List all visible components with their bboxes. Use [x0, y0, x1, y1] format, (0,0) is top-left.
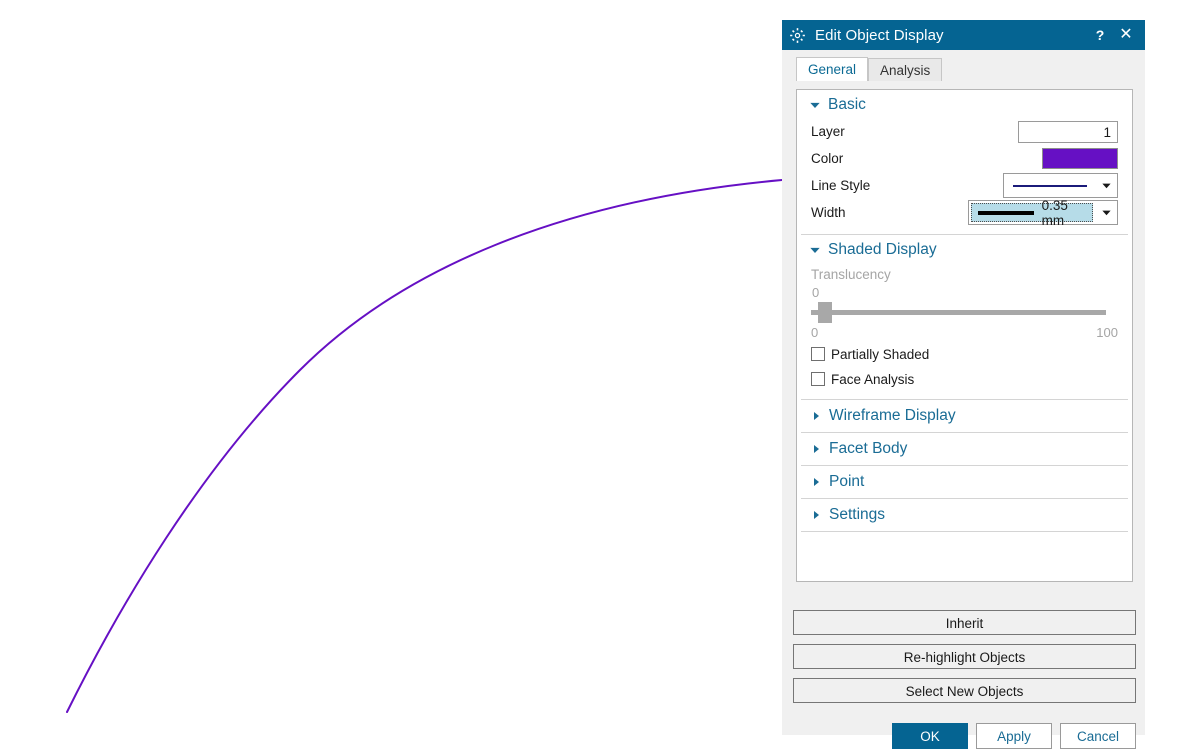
label-color: Color [811, 151, 844, 166]
row-width: Width 0.35 mm [797, 198, 1132, 228]
width-value-text: 0.35 mm [1041, 197, 1068, 228]
cancel-button[interactable]: Cancel [1060, 723, 1136, 749]
label-layer: Layer [811, 124, 845, 139]
help-button[interactable]: ? [1089, 20, 1111, 50]
dialog-content-panel: Basic Layer 1 Color Line Style Width 0.3… [796, 89, 1133, 582]
group-header-shaded-display[interactable]: Shaded Display [797, 235, 1132, 263]
checkbox-partially-shaded[interactable]: Partially Shaded [797, 343, 1132, 365]
apply-button[interactable]: Apply [976, 723, 1052, 749]
width-swatch [978, 210, 1034, 215]
group-title-settings: Settings [829, 506, 886, 523]
line-style-preview [1004, 174, 1095, 197]
group-header-wireframe-display[interactable]: Wireframe Display [797, 400, 1132, 432]
caret-down-icon [810, 102, 820, 109]
line-style-swatch [1012, 184, 1087, 187]
line-style-dropdown[interactable] [1003, 173, 1118, 198]
caret-down-icon [810, 247, 820, 254]
checkbox-face-analysis[interactable]: Face Analysis [797, 368, 1132, 390]
color-swatch-button[interactable] [1042, 148, 1118, 169]
checkbox-label: Face Analysis [831, 371, 915, 387]
translucency-slider-wrap: 0 0 100 [797, 285, 1132, 340]
group-header-facet-body[interactable]: Facet Body [797, 433, 1132, 465]
close-icon[interactable]: ✕ [1115, 20, 1137, 50]
dialog-title: Edit Object Display [815, 26, 944, 44]
layer-input[interactable]: 1 [1018, 120, 1118, 143]
group-title-facet-body: Facet Body [829, 440, 908, 457]
ok-button[interactable]: OK [892, 723, 968, 749]
checkbox-box[interactable] [811, 347, 825, 361]
checkbox-box[interactable] [811, 372, 825, 386]
re-highlight-objects-button[interactable]: Re-highlight Objects [793, 644, 1136, 669]
caret-right-icon [814, 445, 819, 453]
edit-object-display-dialog: Edit Object Display ? ✕ General Analysis… [782, 20, 1145, 749]
selected-spline-curve[interactable] [66, 179, 782, 713]
gear-icon [790, 27, 805, 43]
slider-scale: 0 100 [811, 325, 1118, 340]
group-title-shaded-display: Shaded Display [828, 241, 937, 258]
slider-max-label: 100 [1096, 325, 1118, 340]
chevron-down-icon [1095, 180, 1117, 191]
caret-right-icon [814, 511, 819, 519]
group-header-point[interactable]: Point [797, 466, 1132, 498]
row-layer: Layer 1 [797, 118, 1132, 145]
group-title-wireframe-display: Wireframe Display [829, 407, 956, 424]
checkbox-label: Partially Shaded [831, 346, 930, 362]
select-new-objects-button[interactable]: Select New Objects [793, 678, 1136, 703]
dialog-footer-buttons: OK Apply Cancel [793, 723, 1136, 749]
cad-graphics-window[interactable] [0, 0, 782, 754]
label-translucency: Translucency [811, 267, 891, 282]
label-line-style: Line Style [811, 178, 871, 193]
dialog-tabs: General Analysis [782, 53, 1145, 81]
group-title-point: Point [829, 473, 865, 490]
inherit-button[interactable]: Inherit [793, 610, 1136, 635]
viewport-canvas [66, 179, 782, 713]
chevron-down-icon [1095, 207, 1117, 218]
width-selected-value: 0.35 mm [971, 198, 1093, 228]
divider [801, 531, 1128, 532]
tab-analysis[interactable]: Analysis [868, 58, 943, 81]
action-buttons: Inherit Re-highlight Objects Select New … [793, 610, 1136, 712]
translucency-slider[interactable] [811, 301, 1118, 323]
group-header-basic[interactable]: Basic [797, 90, 1132, 118]
dialog-titlebar[interactable]: Edit Object Display ? ✕ [782, 20, 1145, 50]
translucency-current-value: 0 [812, 285, 820, 300]
caret-right-icon [814, 412, 819, 420]
group-header-settings[interactable]: Settings [797, 499, 1132, 531]
row-color: Color [797, 145, 1132, 172]
tab-general[interactable]: General [796, 57, 869, 81]
slider-track[interactable] [811, 310, 1106, 315]
caret-right-icon [814, 478, 819, 486]
slider-min-label: 0 [811, 325, 819, 340]
label-width: Width [811, 205, 846, 220]
row-line-style: Line Style [797, 172, 1132, 199]
slider-thumb[interactable] [818, 302, 832, 323]
width-dropdown[interactable]: 0.35 mm [968, 198, 1118, 228]
group-title-basic: Basic [828, 96, 866, 113]
